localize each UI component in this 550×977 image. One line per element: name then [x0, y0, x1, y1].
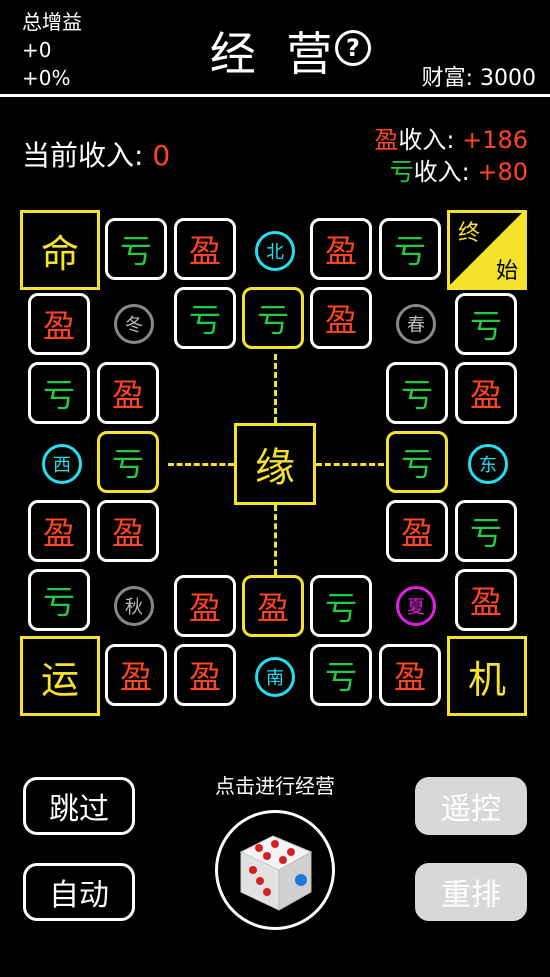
ying-prefix: 盈	[374, 126, 399, 154]
tile-kui[interactable]: 亏	[28, 362, 90, 424]
season-autumn: 秋	[114, 586, 154, 626]
tile-ying[interactable]: 盈	[386, 500, 448, 562]
center-yuan[interactable]: 缘	[234, 423, 316, 505]
help-icon[interactable]: ?	[335, 30, 371, 66]
kui-income: 亏收入: +80	[390, 152, 528, 187]
tile-ying[interactable]: 盈	[28, 293, 90, 355]
auto-button[interactable]: 自动	[23, 863, 135, 921]
corner-start-end[interactable]: 终 始	[447, 210, 527, 290]
season-summer: 夏	[396, 586, 436, 626]
current-income: 当前收入: 0	[22, 134, 170, 174]
tile-kui[interactable]: 亏	[174, 287, 236, 349]
tile-ying[interactable]: 盈	[379, 644, 441, 706]
ying-label: 收入:	[398, 126, 455, 154]
tile-ying[interactable]: 盈	[97, 500, 159, 562]
corner-yun[interactable]: 运	[20, 636, 100, 716]
kui-label: 收入:	[413, 158, 470, 186]
direction-south: 南	[255, 657, 295, 697]
dice-hint: 点击进行经营	[215, 774, 335, 798]
kui-prefix: 亏	[389, 158, 414, 186]
kui-value: +80	[477, 158, 528, 186]
ying-value: +186	[462, 126, 528, 154]
tile-kui[interactable]: 亏	[310, 644, 372, 706]
dice-button[interactable]	[215, 810, 335, 930]
corner-start-label: 始	[495, 259, 518, 284]
reshuffle-button[interactable]: 重排	[415, 863, 527, 921]
tile-ying[interactable]: 盈	[105, 644, 167, 706]
path-east	[316, 463, 384, 466]
wealth-label: 财富:	[421, 66, 473, 91]
ying-income: 盈收入: +186	[374, 120, 528, 155]
tile-ying[interactable]: 盈	[455, 362, 517, 424]
tile-ying[interactable]: 盈	[310, 287, 372, 349]
tile-ying[interactable]: 盈	[174, 575, 236, 637]
path-north	[274, 354, 277, 423]
tile-ying[interactable]: 盈	[455, 569, 517, 631]
tile-kui[interactable]: 亏	[105, 218, 167, 280]
wealth-value: 3000	[480, 66, 536, 91]
tile-kui[interactable]: 亏	[28, 569, 90, 631]
current-income-label: 当前收入:	[22, 139, 144, 172]
corner-ming[interactable]: 命	[20, 210, 100, 290]
corner-ji[interactable]: 机	[447, 636, 527, 716]
tile-kui[interactable]: 亏	[455, 500, 517, 562]
tile-kui[interactable]: 亏	[455, 293, 517, 355]
tile-kui[interactable]: 亏	[386, 431, 448, 493]
path-south	[274, 505, 277, 575]
current-income-value: 0	[152, 139, 171, 172]
tile-ying[interactable]: 盈	[174, 218, 236, 280]
tile-ying[interactable]: 盈	[310, 218, 372, 280]
tile-ying[interactable]: 盈	[174, 644, 236, 706]
tile-kui[interactable]: 亏	[310, 575, 372, 637]
tile-ying[interactable]: 盈	[28, 500, 90, 562]
season-winter: 冬	[114, 304, 154, 344]
tile-kui[interactable]: 亏	[242, 287, 304, 349]
header-divider	[0, 94, 550, 97]
season-spring: 春	[396, 304, 436, 344]
path-west	[168, 463, 234, 466]
direction-north: 北	[255, 231, 295, 271]
direction-east: 东	[468, 444, 508, 484]
tile-ying[interactable]: 盈	[242, 575, 304, 637]
corner-end-label: 终	[458, 221, 481, 246]
tile-kui[interactable]: 亏	[97, 431, 159, 493]
wealth-display: 财富: 3000	[422, 60, 536, 92]
tile-kui[interactable]: 亏	[379, 218, 441, 280]
tile-kui[interactable]: 亏	[386, 362, 448, 424]
direction-west: 西	[42, 444, 82, 484]
tile-ying[interactable]: 盈	[97, 362, 159, 424]
dice-icon	[239, 835, 313, 911]
